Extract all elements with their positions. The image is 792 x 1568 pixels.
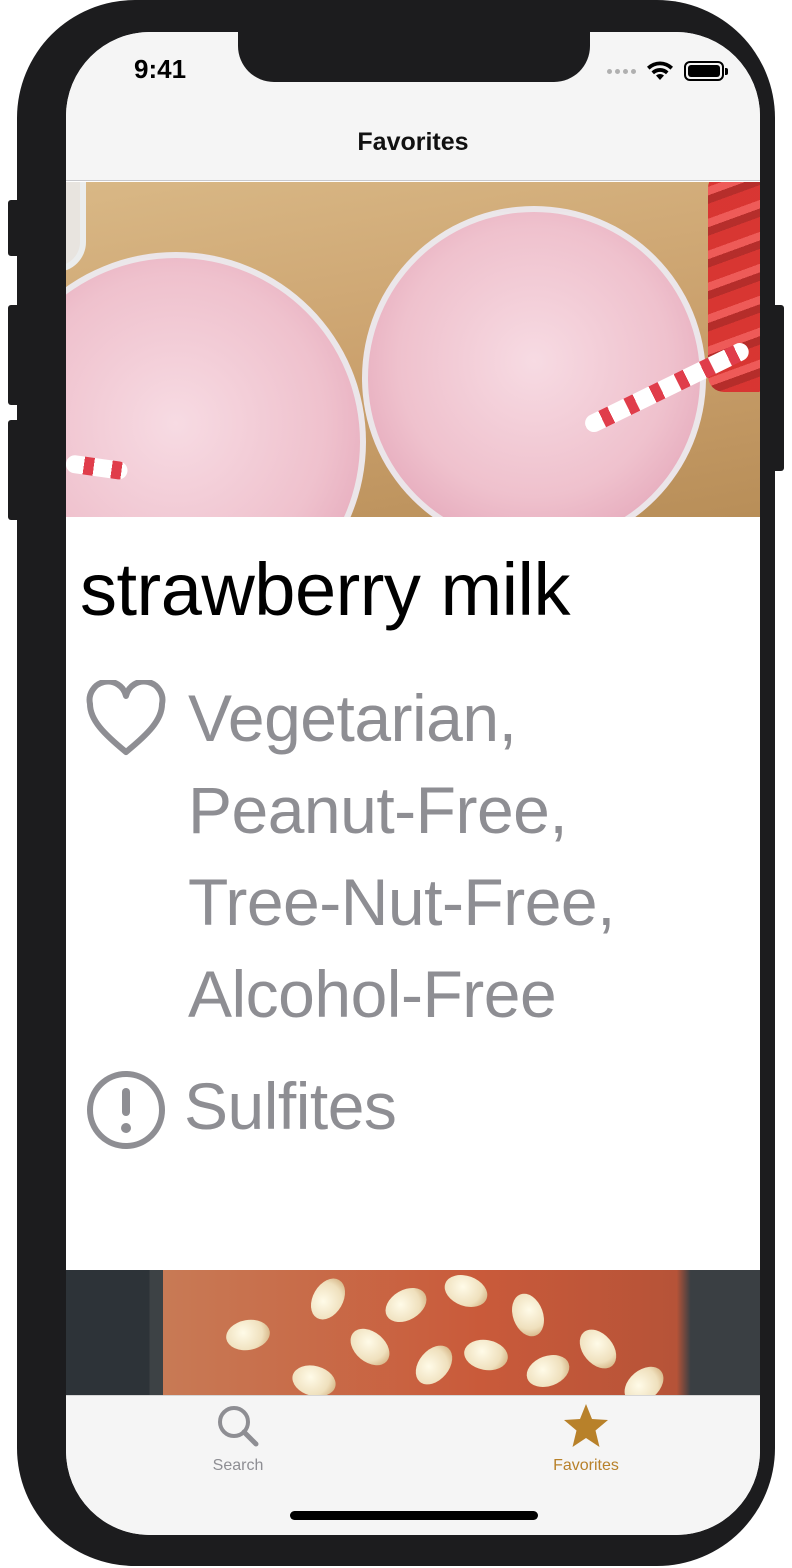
recipe-image-next[interactable] [66,1270,760,1400]
screen: 9:41 Favorites strawberry milk Vegetaria… [66,32,760,1535]
page-title: Favorites [357,128,469,156]
exclamation-circle-icon [87,1071,165,1149]
tab-favorites-label: Favorites [553,1457,619,1474]
star-icon [564,1404,608,1447]
tab-search[interactable]: Search [158,1402,318,1475]
cautions-text: Sulfites [184,1069,397,1143]
signal-icon [607,68,636,74]
recipe-title[interactable]: strawberry milk [80,547,570,632]
milk-glass-right [362,206,706,517]
status-icons [607,60,728,82]
top-bar: 9:41 Favorites [66,32,760,181]
heart-outline-icon [86,680,166,755]
health-labels-text: Vegetarian, Peanut-Free, Tree-Nut-Free, … [188,681,615,1031]
status-time: 9:41 [134,54,187,84]
health-labels-row: Vegetarian, Peanut-Free, Tree-Nut-Free, … [84,672,748,1040]
search-icon [218,1406,259,1447]
cautions-row: Sulfites [84,1060,397,1152]
recipe-image[interactable] [66,182,760,517]
tab-search-label: Search [212,1457,264,1474]
home-indicator [290,1511,538,1520]
wifi-icon [647,61,673,80]
notch [238,32,590,82]
tab-bar: Search Favorites [66,1395,760,1535]
tab-favorites[interactable]: Favorites [506,1402,666,1475]
battery-icon [684,61,728,81]
device-frame: 9:41 Favorites strawberry milk Vegetaria… [17,0,775,1566]
